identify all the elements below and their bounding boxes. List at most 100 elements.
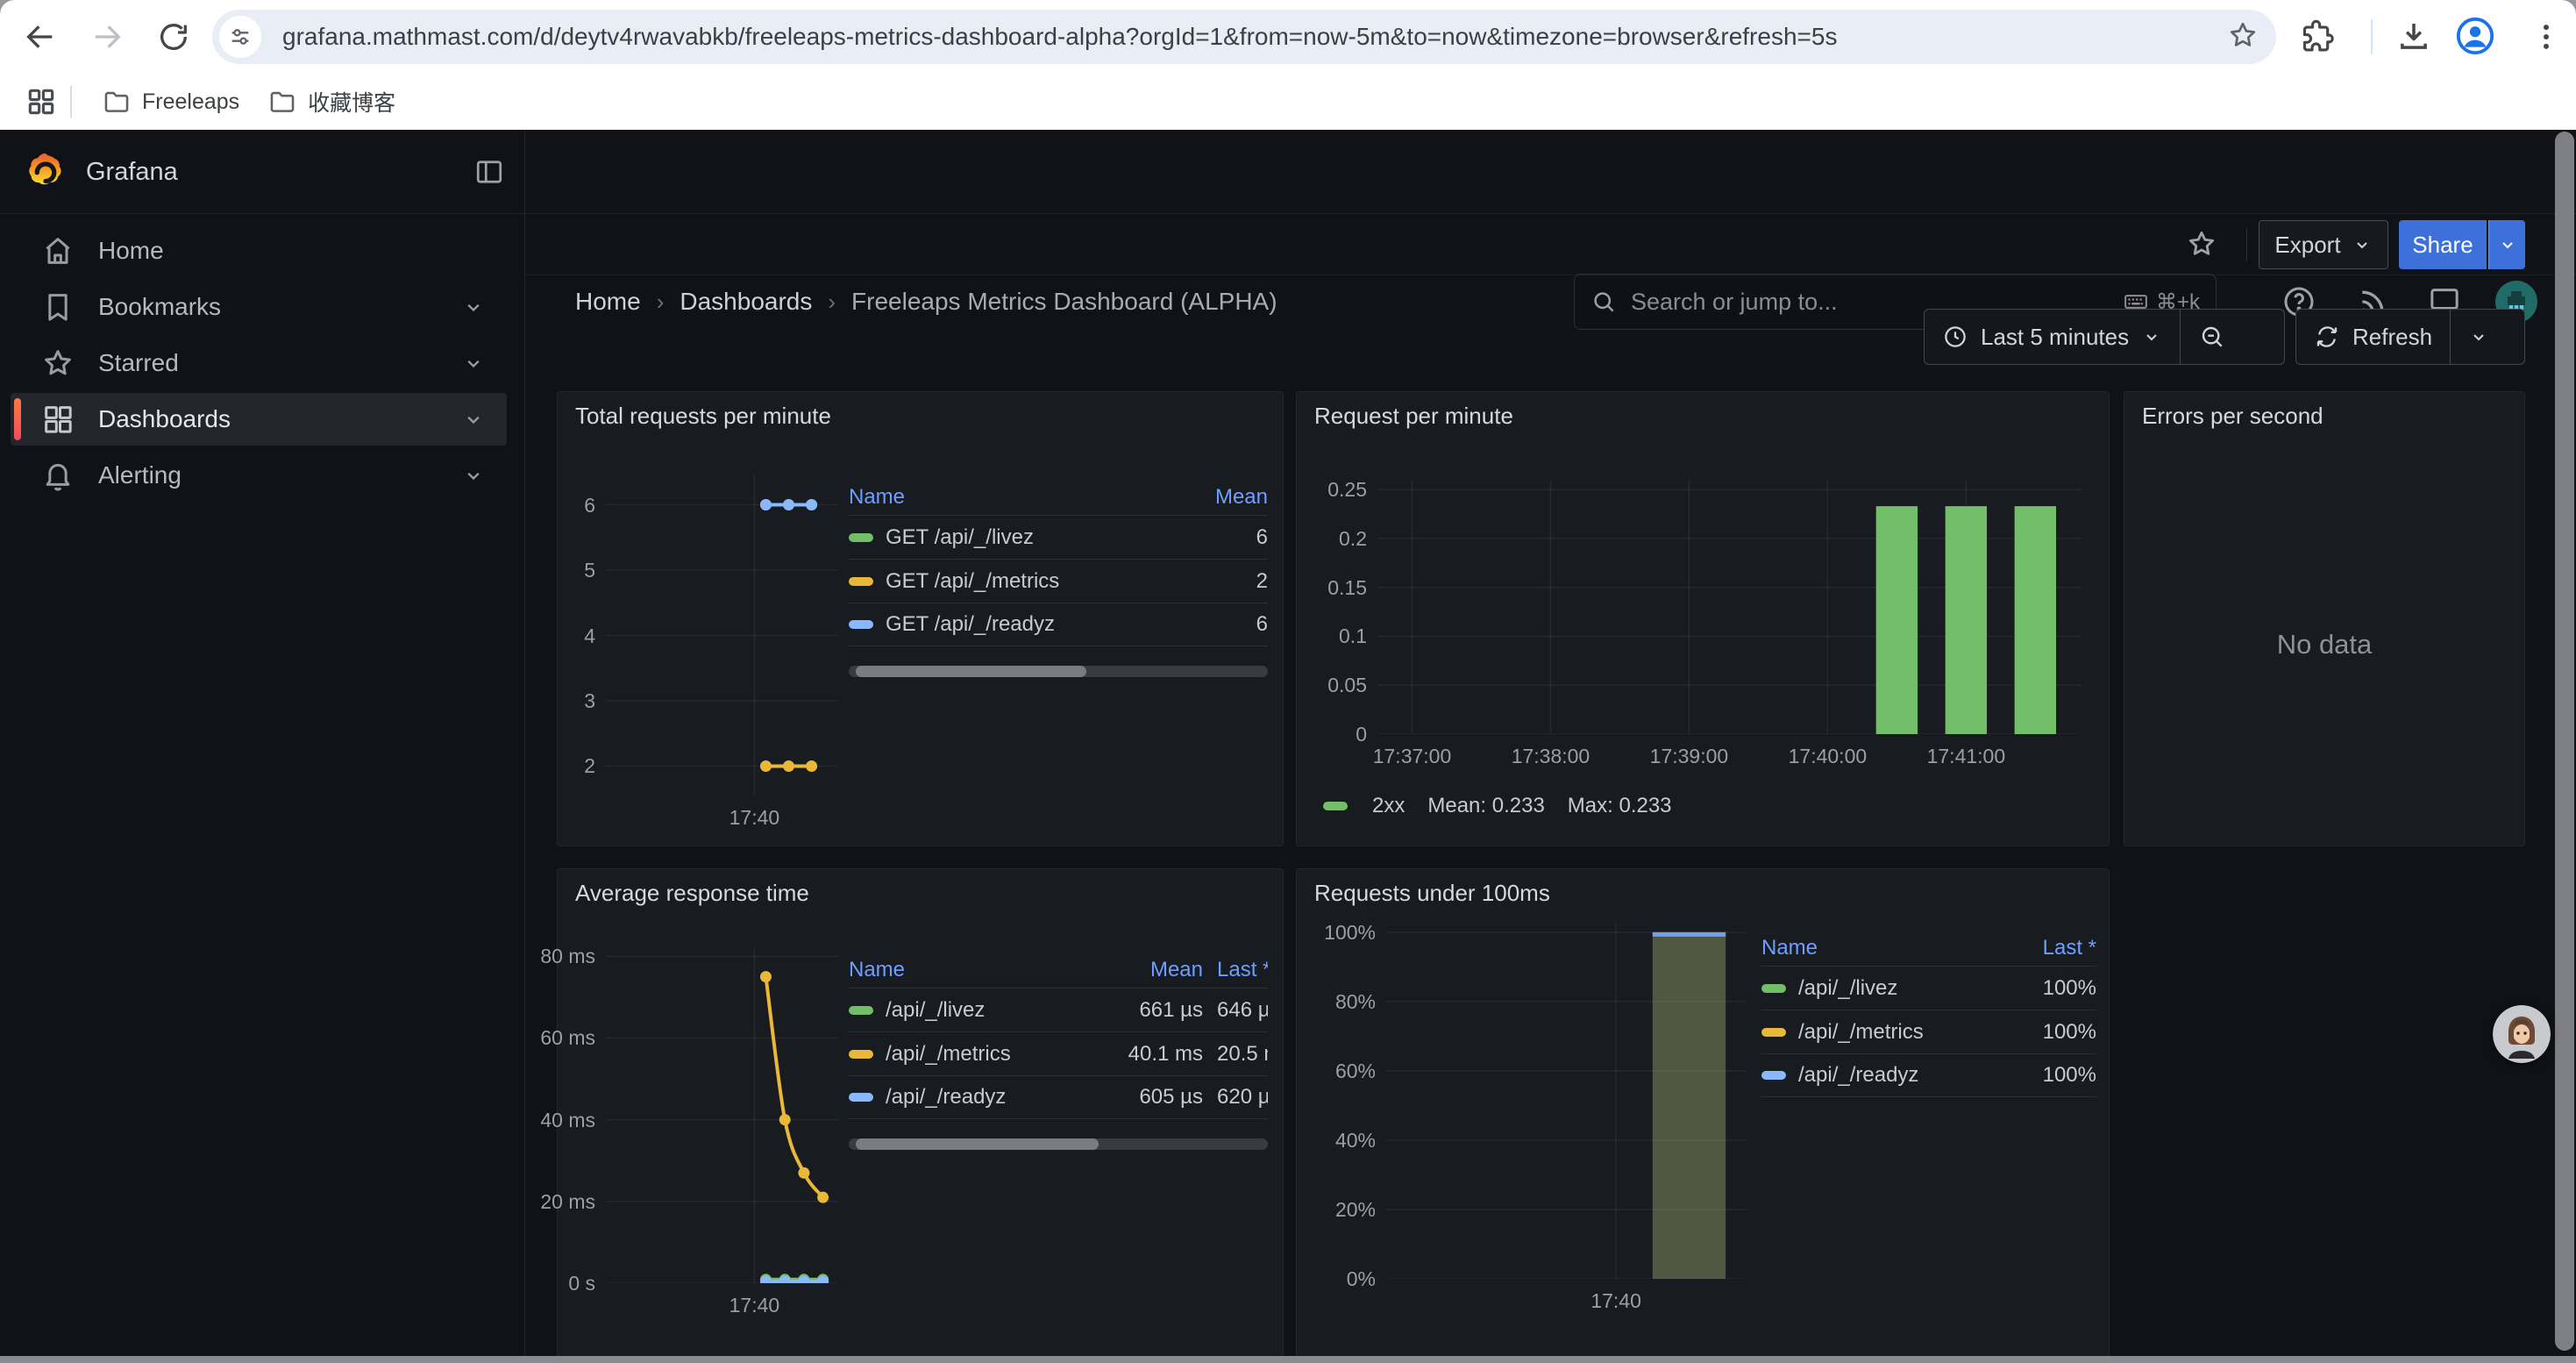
legend-column-header[interactable]: Name [849, 958, 1085, 982]
scrollbar-thumb[interactable] [856, 666, 1086, 677]
sidebar-item-home[interactable]: Home [11, 225, 507, 277]
bar-chart-plot[interactable] [1386, 922, 1746, 1279]
back-icon[interactable] [23, 19, 58, 54]
chevron-down-icon[interactable] [461, 407, 486, 432]
y-axis-tick: 0 s [568, 1272, 595, 1295]
bookmark-icon [40, 289, 75, 325]
series-color-chip [849, 533, 873, 542]
chevron-down-icon [2352, 234, 2373, 255]
zoom-out-button[interactable] [2181, 310, 2244, 364]
refresh-interval-button[interactable] [2451, 310, 2507, 364]
refresh-button[interactable]: Refresh [2296, 310, 2450, 364]
legend-row[interactable]: GET /api/_/readyz6 [849, 603, 1268, 646]
extensions-icon[interactable] [2299, 18, 2336, 59]
grafana-header: Grafana Home › Dashboards › Freeleaps Me… [0, 130, 2576, 214]
legend-column-header[interactable]: Mean [1085, 958, 1203, 982]
legend-column-header[interactable]: Name [849, 485, 1138, 510]
chevron-down-icon[interactable] [461, 351, 486, 375]
address-bar[interactable] [212, 10, 2276, 64]
bookmarks-bar: Freeleaps 收藏博客 [0, 74, 2576, 130]
y-axis-tick: 20% [1335, 1198, 1376, 1222]
scrollbar-thumb[interactable] [856, 1138, 1099, 1150]
panel-title[interactable]: Total requests per minute [575, 403, 831, 430]
sidebar-toggle-icon[interactable] [473, 156, 505, 192]
panel-title[interactable]: Errors per second [2142, 403, 2323, 430]
breadcrumb-current: Freeleaps Metrics Dashboard (ALPHA) [851, 288, 1277, 316]
reload-icon[interactable] [156, 19, 191, 54]
export-button[interactable]: Export [2259, 220, 2388, 269]
assistant-avatar-widget[interactable] [2493, 1005, 2551, 1063]
download-icon[interactable] [2395, 18, 2432, 59]
share-button[interactable]: Share [2399, 220, 2487, 269]
legend-row[interactable]: /api/_/livez661 µs646 µs [849, 988, 1268, 1031]
series-value: 646 µs [1203, 998, 1268, 1023]
panel-title[interactable]: Average response time [575, 880, 809, 907]
breadcrumb-home[interactable]: Home [575, 288, 641, 316]
line-chart-plot[interactable] [606, 475, 838, 796]
browser-menu-icon[interactable] [2529, 19, 2564, 59]
bar-chart-svg [1386, 922, 1746, 1279]
legend-row[interactable]: /api/_/livez100% [1761, 966, 2096, 1010]
legend-column-header[interactable]: Last * [1972, 936, 2096, 960]
legend-horizontal-scrollbar[interactable] [849, 666, 1268, 677]
sidebar-item-label: Dashboards [98, 405, 461, 433]
series-value: 100% [1972, 976, 2096, 1001]
legend-column-header[interactable]: Name [1761, 936, 1972, 960]
panel-title[interactable]: Requests under 100ms [1314, 880, 1550, 907]
bookmark-star-icon[interactable] [2227, 19, 2259, 55]
chevron-down-icon[interactable] [461, 463, 486, 488]
brand-name: Grafana [86, 158, 178, 187]
favorite-star-icon[interactable] [2185, 227, 2218, 265]
series-value: 40.1 ms [1085, 1042, 1203, 1067]
site-settings-icon[interactable] [219, 16, 261, 58]
active-indicator [14, 398, 21, 440]
refresh-icon [2314, 324, 2340, 350]
line-chart-plot[interactable] [606, 948, 838, 1283]
y-axis-tick: 80% [1335, 990, 1376, 1014]
apps-grid-icon[interactable] [25, 85, 58, 118]
legend-row[interactable]: GET /api/_/livez6 [849, 515, 1268, 559]
profile-icon[interactable] [2455, 16, 2495, 61]
url-input[interactable] [281, 22, 2227, 52]
breadcrumb-dashboards[interactable]: Dashboards [680, 288, 812, 316]
y-axis-tick: 3 [584, 689, 595, 713]
legend-row[interactable]: /api/_/readyz100% [1761, 1053, 2096, 1097]
panel-request-per-minute: Request per minute 2xx Mean: 0.233 Max: … [1296, 391, 2110, 846]
sidebar-item-dashboards[interactable]: Dashboards [11, 393, 507, 446]
time-range-picker[interactable]: Last 5 minutes [1925, 310, 2180, 364]
sidebar-item-bookmarks[interactable]: Bookmarks [11, 281, 507, 333]
legend-row[interactable]: GET /api/_/metrics2 [849, 559, 1268, 603]
bar-chart-plot[interactable] [1377, 480, 2081, 734]
line-chart-svg [606, 475, 838, 796]
legend-row[interactable]: /api/_/metrics40.1 ms20.5 ms [849, 1031, 1268, 1075]
series-max: Max: 0.233 [1568, 794, 1672, 818]
series-color-chip [849, 1093, 873, 1102]
scrollbar-thumb[interactable] [2555, 132, 2574, 1351]
chevron-down-icon[interactable] [461, 295, 486, 319]
series-color-chip [1761, 1071, 1786, 1080]
series-value: 6 [1138, 612, 1268, 637]
series-name: /api/_/readyz [1761, 1063, 1972, 1088]
x-axis-tick: 17:38:00 [1512, 745, 1590, 768]
y-axis-tick: 100% [1324, 921, 1376, 945]
legend-row[interactable]: /api/_/readyz605 µs620 µs [849, 1075, 1268, 1119]
breadcrumb-separator: › [657, 289, 665, 316]
sidebar-item-alerting[interactable]: Alerting [11, 449, 507, 502]
legend-row[interactable]: /api/_/metrics100% [1761, 1010, 2096, 1053]
share-menu-button[interactable] [2488, 220, 2525, 269]
legend-inline[interactable]: 2xx Mean: 0.233 Max: 0.233 [1323, 794, 1672, 818]
grafana-brand[interactable]: Grafana [25, 151, 178, 193]
page-scrollbar[interactable] [2553, 132, 2576, 1356]
bookmark-folder-freeleaps[interactable]: Freeleaps [88, 82, 253, 122]
forward-icon[interactable] [89, 19, 125, 54]
legend-column-header[interactable]: Last * [1203, 958, 1268, 982]
panel-total-requests-per-minute: Total requests per minute NameMean GET /a… [557, 391, 1284, 846]
panel-title[interactable]: Request per minute [1314, 403, 1513, 430]
legend-horizontal-scrollbar[interactable] [849, 1138, 1268, 1150]
panel-average-response-time: Average response time NameMeanLast * /api… [557, 868, 1284, 1363]
grafana-logo-icon [25, 151, 67, 193]
bookmark-folder-blogs[interactable]: 收藏博客 [253, 81, 409, 123]
bookmarks-divider [70, 86, 72, 118]
sidebar-item-starred[interactable]: Starred [11, 337, 507, 389]
legend-column-header[interactable]: Mean [1138, 485, 1268, 510]
